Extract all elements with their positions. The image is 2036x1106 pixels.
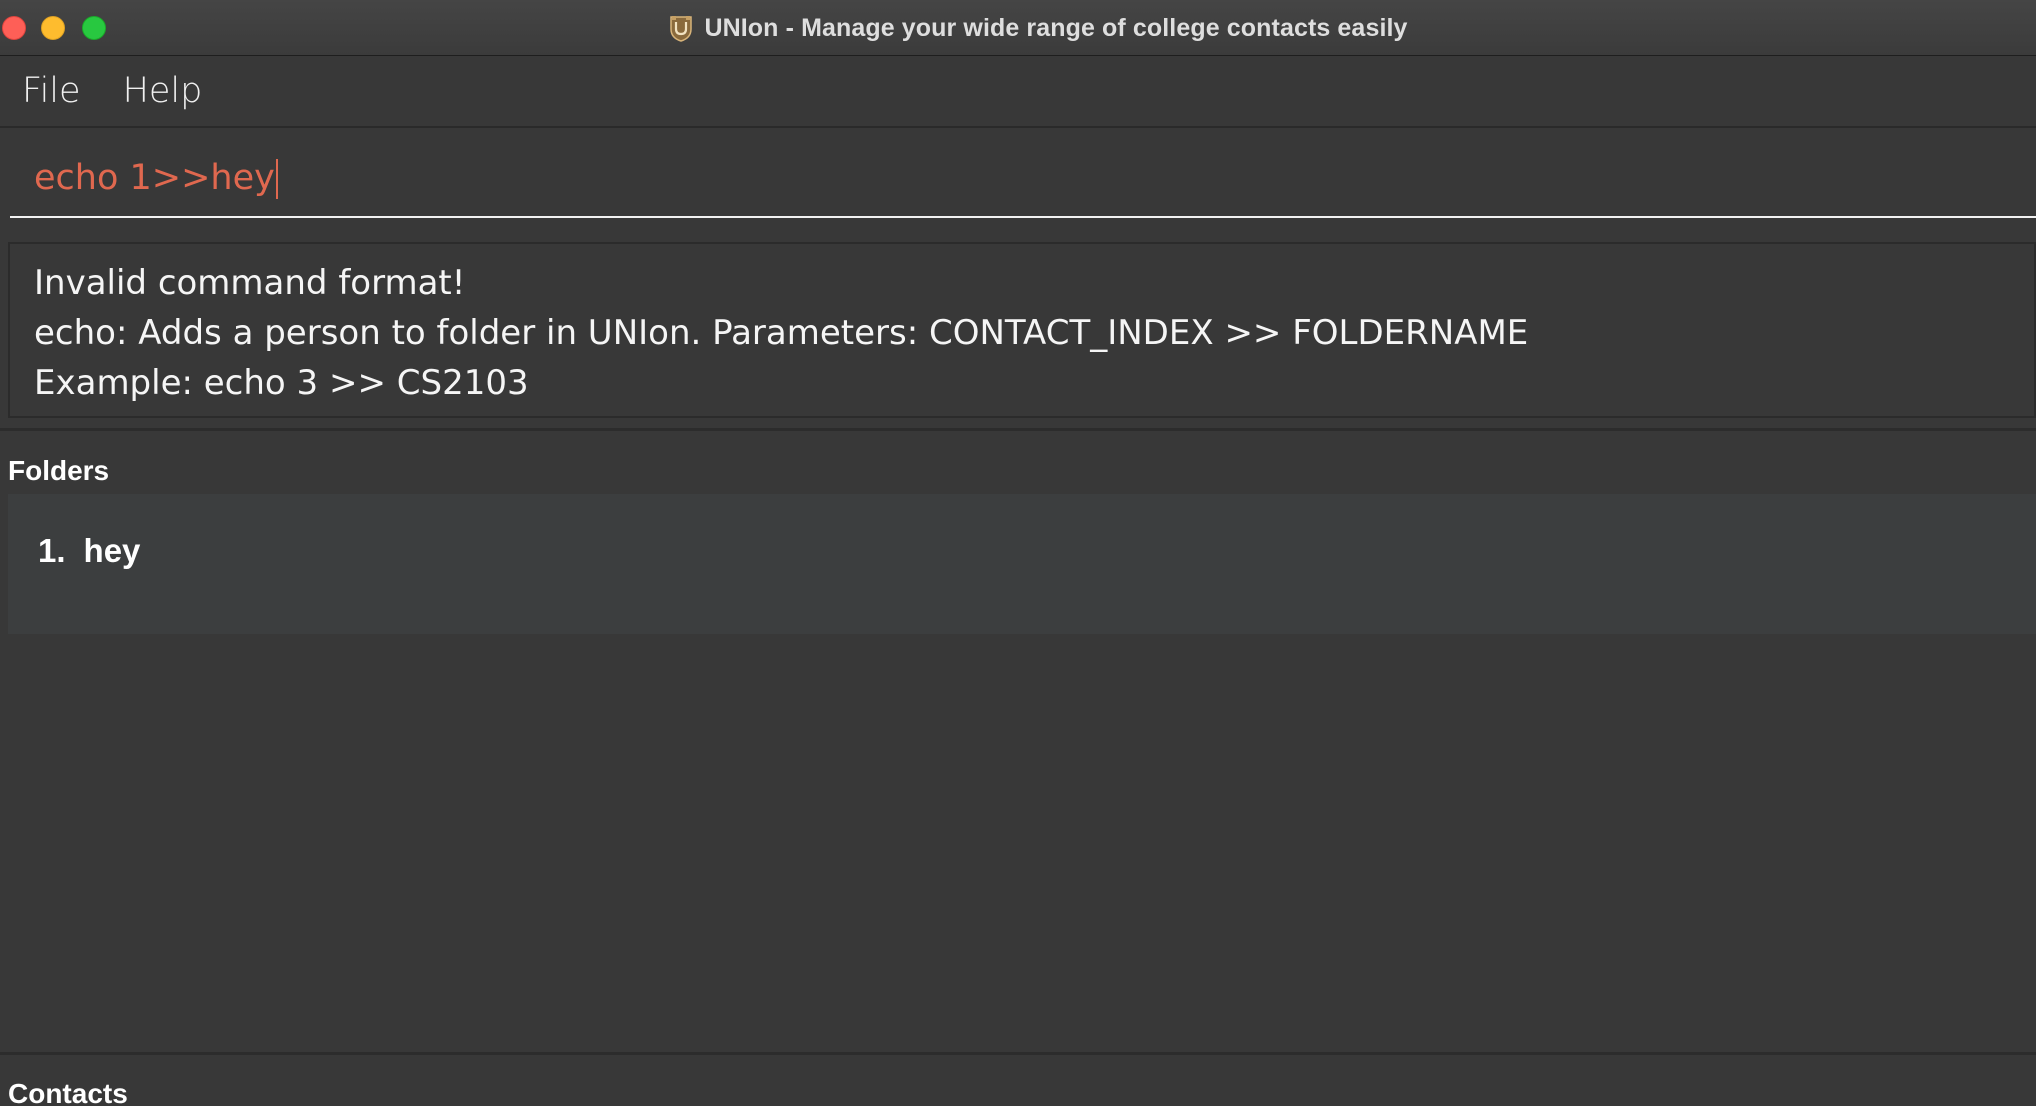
command-input[interactable]: echo 1>>hey xyxy=(34,158,1934,199)
folders-title: Folders xyxy=(8,455,110,486)
section-divider xyxy=(0,428,2036,431)
contacts-title: Contacts xyxy=(8,1078,128,1106)
section-divider xyxy=(0,1052,2036,1055)
window-title-group: UNIon - Manage your wide range of colleg… xyxy=(0,0,2036,56)
union-app-icon xyxy=(668,14,694,42)
result-display[interactable]: Invalid command format! echo: Adds a per… xyxy=(8,242,2036,418)
menu-help[interactable]: Help xyxy=(101,71,223,111)
result-line-example: Example: echo 3 >> CS2103 xyxy=(34,363,529,403)
folder-index: 1. xyxy=(38,532,66,569)
text-caret xyxy=(275,159,278,199)
app-window: UNIon - Manage your wide range of colleg… xyxy=(0,0,2036,1106)
result-line-error: Invalid command format! xyxy=(34,263,466,303)
command-box[interactable]: echo 1>>hey xyxy=(10,140,2036,218)
folder-list-item[interactable]: 1. hey xyxy=(38,532,140,570)
folder-name: hey xyxy=(83,532,141,569)
window-title: UNIon - Manage your wide range of colleg… xyxy=(704,13,1408,42)
command-text: echo 1>>hey xyxy=(34,158,275,198)
result-line-usage: echo: Adds a person to folder in UNIon. … xyxy=(34,313,1529,353)
menu-bar: File Help xyxy=(0,56,2036,128)
title-bar[interactable]: UNIon - Manage your wide range of colleg… xyxy=(0,0,2036,56)
menu-file[interactable]: File xyxy=(0,71,101,111)
folder-list[interactable]: 1. hey xyxy=(8,494,2036,634)
